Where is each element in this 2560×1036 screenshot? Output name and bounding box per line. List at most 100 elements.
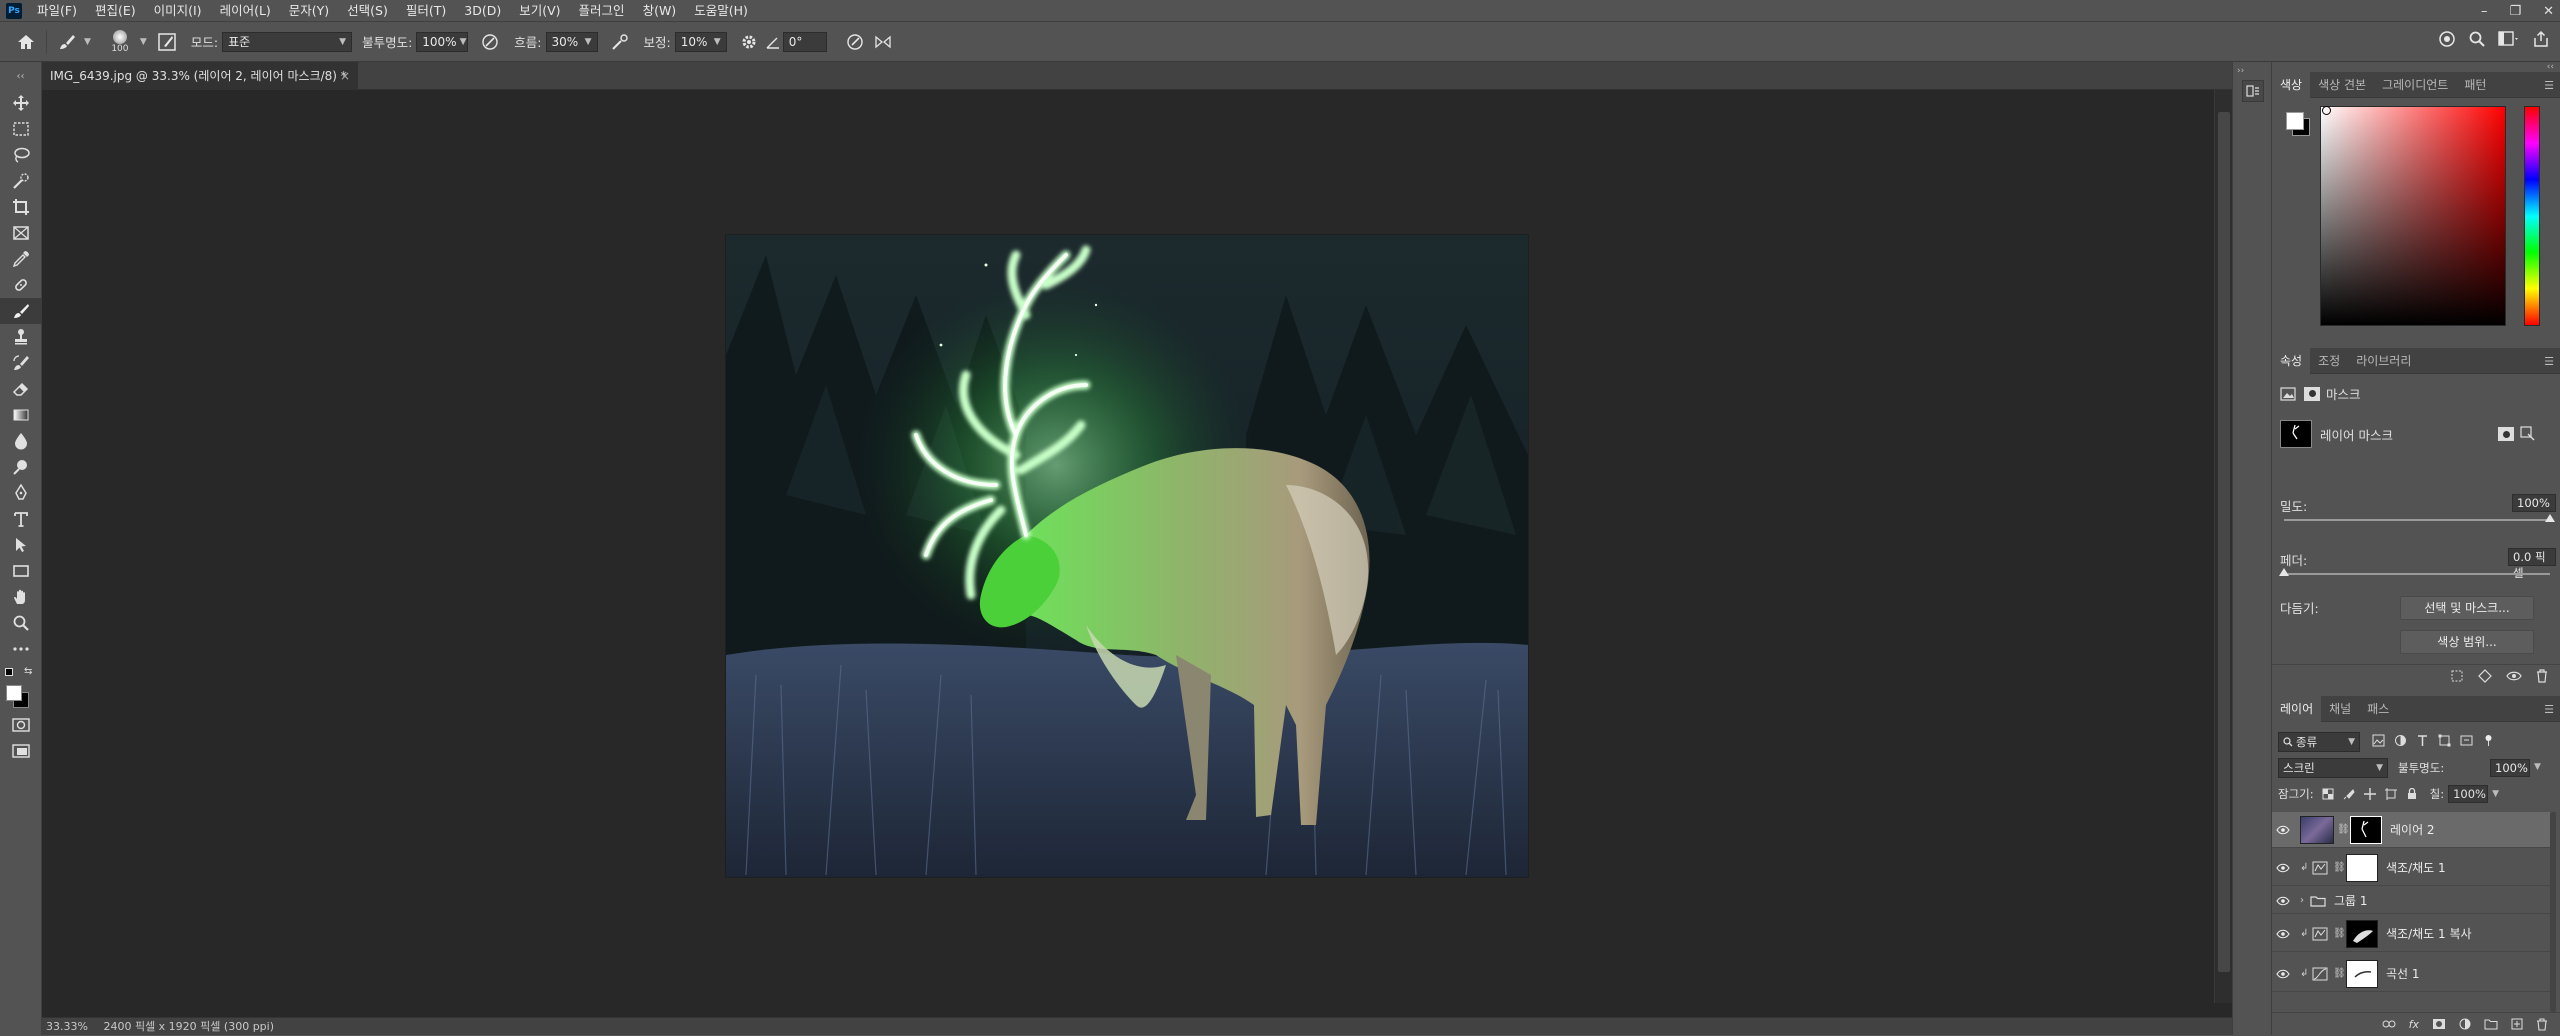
tab-patterns[interactable]: 패턴	[2456, 72, 2494, 98]
flow-input[interactable]: 30% ▼	[545, 31, 598, 52]
visibility-eye-icon[interactable]	[2272, 896, 2294, 906]
restore-button[interactable]: ❐	[2509, 4, 2521, 19]
trash-icon[interactable]	[2536, 668, 2548, 683]
color-field[interactable]	[2320, 106, 2506, 326]
panel-menu-icon[interactable]: ☰	[2544, 355, 2554, 368]
healing-brush-tool-icon[interactable]	[0, 272, 42, 298]
tab-color[interactable]: 색상	[2272, 71, 2311, 98]
mask-thumbnail[interactable]	[2346, 853, 2378, 882]
rectangle-tool-icon[interactable]	[0, 558, 42, 584]
eyedropper-tool-icon[interactable]	[0, 246, 42, 272]
menu-file[interactable]: 파일(F)	[28, 0, 86, 22]
crop-tool-icon[interactable]	[0, 194, 42, 220]
layer-row-group-1[interactable]: › 그룹 1	[2272, 888, 2552, 914]
mask-thumbnail[interactable]	[2346, 959, 2378, 988]
default-colors-icon[interactable]	[5, 668, 13, 676]
density-input[interactable]: 100%	[2512, 494, 2556, 512]
visibility-eye-icon[interactable]	[2272, 969, 2294, 979]
trash-icon[interactable]	[2536, 1017, 2548, 1031]
tab-channels[interactable]: 채널	[2321, 696, 2359, 722]
menu-edit[interactable]: 편집(E)	[86, 0, 145, 22]
quick-select-tool-icon[interactable]	[0, 168, 42, 194]
filter-shape-icon[interactable]	[2438, 734, 2451, 747]
symmetry-icon[interactable]	[869, 28, 897, 56]
visibility-eye-icon[interactable]	[2272, 863, 2294, 873]
apply-mask-icon[interactable]	[2478, 668, 2492, 683]
mask-thumbnail[interactable]	[2350, 815, 2382, 844]
home-icon[interactable]	[12, 28, 40, 56]
scrollbar-thumb[interactable]	[2218, 112, 2230, 972]
lock-position-icon[interactable]	[2363, 788, 2376, 800]
blur-tool-icon[interactable]	[0, 428, 42, 454]
menu-window[interactable]: 창(W)	[634, 0, 686, 22]
chevron-down-icon[interactable]: ▼	[84, 37, 91, 47]
history-brush-tool-icon[interactable]	[0, 350, 42, 376]
menu-type[interactable]: 문자(Y)	[280, 0, 338, 22]
chevron-down-icon[interactable]: ▼	[2492, 789, 2499, 799]
document-canvas[interactable]	[726, 235, 1528, 877]
pen-tool-icon[interactable]	[0, 480, 42, 506]
frame-tool-icon[interactable]	[0, 220, 42, 246]
link-icon[interactable]: ⛓	[2333, 968, 2346, 979]
collapse-panels-icon[interactable]: ‹‹	[2547, 62, 2554, 72]
feather-slider-track[interactable]	[2284, 573, 2550, 575]
brush-size-picker[interactable]: 100	[103, 29, 137, 54]
layer-filter-select[interactable]: 종류 ▼	[2278, 732, 2360, 752]
menu-filter[interactable]: 필터(T)	[397, 0, 455, 22]
close-tab-icon[interactable]: ×	[340, 62, 350, 90]
visibility-eye-icon[interactable]	[2506, 670, 2522, 682]
link-icon[interactable]: ⛓	[2333, 928, 2346, 939]
mask-icon[interactable]	[2432, 1018, 2446, 1030]
panel-menu-icon[interactable]: ☰	[2544, 703, 2554, 716]
hue-slider[interactable]	[2524, 106, 2540, 326]
tab-libraries[interactable]: 라이브러리	[2348, 348, 2419, 374]
menu-image[interactable]: 이미지(I)	[145, 0, 211, 22]
filter-adjustment-icon[interactable]	[2394, 734, 2407, 747]
pressure-opacity-icon[interactable]	[476, 28, 504, 56]
lock-all-icon[interactable]	[2406, 788, 2418, 800]
tab-layers[interactable]: 레이어	[2272, 695, 2322, 722]
adjustment-icon[interactable]	[2459, 1018, 2471, 1030]
link-icon[interactable]: ⛓	[2333, 862, 2346, 873]
quick-mask-icon[interactable]	[0, 712, 42, 738]
tab-adjustments[interactable]: 조정	[2310, 348, 2348, 374]
move-tool-icon[interactable]	[0, 90, 42, 116]
lasso-tool-icon[interactable]	[0, 142, 42, 168]
minimize-button[interactable]: –	[2481, 4, 2488, 19]
menu-select[interactable]: 선택(S)	[338, 0, 397, 22]
filter-type-icon[interactable]	[2416, 734, 2429, 747]
link-icon[interactable]	[2382, 1019, 2396, 1029]
brush-settings-panel-icon[interactable]	[153, 28, 181, 56]
select-and-mask-button[interactable]: 선택 및 마스크...	[2400, 596, 2534, 620]
opacity-input[interactable]: 100% ▼	[416, 31, 469, 52]
history-panel-icon[interactable]	[2242, 80, 2264, 102]
chevron-down-icon[interactable]: ▼	[2534, 762, 2541, 772]
share-icon[interactable]	[2532, 30, 2550, 48]
new-layer-icon[interactable]	[2511, 1018, 2523, 1030]
gear-icon[interactable]	[735, 28, 763, 56]
menu-3d[interactable]: 3D(D)	[455, 0, 510, 22]
workspace-icon[interactable]	[2498, 30, 2520, 48]
path-selection-tool-icon[interactable]	[0, 532, 42, 558]
color-picker-handle[interactable]	[2322, 106, 2331, 115]
panel-menu-icon[interactable]: ☰	[2544, 79, 2554, 92]
tab-paths[interactable]: 패스	[2359, 696, 2397, 722]
clone-stamp-tool-icon[interactable]	[0, 324, 42, 350]
filter-smart-object-icon[interactable]	[2460, 734, 2473, 747]
feather-slider-knob[interactable]	[2279, 568, 2289, 576]
folder-icon[interactable]	[2484, 1019, 2498, 1030]
visibility-eye-icon[interactable]	[2272, 825, 2294, 835]
layer-opacity-input[interactable]: 100%	[2490, 759, 2530, 777]
vector-mask-icon[interactable]	[2520, 426, 2536, 442]
blend-mode-select[interactable]: 스크린 ▼	[2278, 758, 2388, 778]
mode-select[interactable]: 표준 ▼	[222, 31, 353, 52]
link-icon[interactable]: ⛓	[2337, 824, 2350, 835]
marquee-tool-icon[interactable]	[0, 116, 42, 142]
foreground-color-swatch[interactable]	[2286, 112, 2304, 130]
search-icon[interactable]	[2468, 30, 2486, 48]
tab-swatches[interactable]: 색상 견본	[2310, 72, 2374, 98]
foreground-color-swatch[interactable]	[6, 685, 22, 701]
select-mask-icon[interactable]	[2498, 427, 2514, 441]
fx-icon[interactable]: fx	[2409, 1018, 2419, 1031]
collapse-toolbar-icon[interactable]: ‹‹	[0, 62, 41, 90]
